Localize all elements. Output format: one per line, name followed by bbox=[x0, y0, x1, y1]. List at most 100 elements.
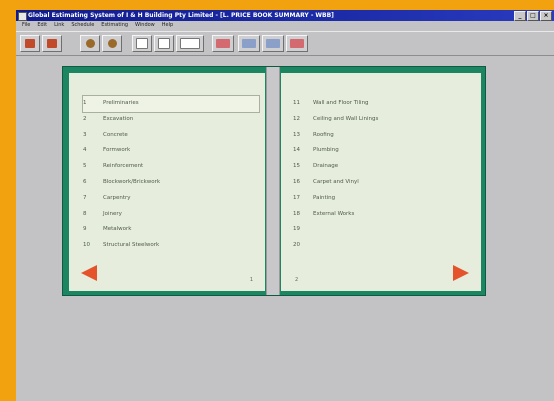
menu-help[interactable]: Help bbox=[162, 21, 173, 30]
toc-item-number: 1 bbox=[83, 100, 87, 106]
chart-icon bbox=[216, 39, 230, 48]
toc-item-label: Structural Steelwork bbox=[103, 242, 160, 249]
app-window: Global Estimating System of I & H Buildi… bbox=[16, 10, 554, 401]
toc-item-17[interactable]: 17 Painting bbox=[293, 191, 378, 207]
calc-button[interactable] bbox=[262, 35, 284, 52]
toc-item-number: 5 bbox=[83, 163, 87, 170]
toc-item-label: Concrete bbox=[103, 131, 128, 138]
sheet-icon bbox=[290, 39, 304, 48]
toc-item-label: Joinery bbox=[103, 210, 122, 217]
toc-item-label: Blockwork/Brickwork bbox=[103, 178, 161, 185]
toc-left: 1 Preliminaries 2 Excavation 3 Concrete 4 Fo… bbox=[82, 95, 260, 254]
price-book-panel: 1 Preliminaries 2 Excavation 3 Concrete 4 Fo… bbox=[62, 66, 486, 296]
left-page-number: 1 bbox=[249, 277, 253, 283]
record-alt-icon bbox=[107, 39, 117, 48]
toc-item-number: 8 bbox=[83, 210, 87, 217]
paste-icon bbox=[136, 38, 148, 49]
toc-item-number: 19 bbox=[293, 226, 300, 233]
toc-item-2[interactable]: 2 Excavation bbox=[83, 112, 259, 128]
toc-item-4[interactable]: 4 Formwork bbox=[83, 143, 259, 159]
chart-button[interactable] bbox=[212, 35, 234, 52]
menu-link[interactable]: Link bbox=[54, 21, 64, 30]
toc-item-number: 14 bbox=[293, 147, 300, 154]
grid-icon bbox=[242, 39, 256, 48]
toc-item-5[interactable]: 5 Reinforcement bbox=[83, 159, 259, 175]
toc-item-number: 12 bbox=[293, 115, 300, 122]
print-button[interactable] bbox=[42, 35, 62, 52]
title-bar[interactable]: Global Estimating System of I & H Buildi… bbox=[16, 10, 554, 21]
toolbar bbox=[16, 31, 554, 56]
toc-item-19[interactable]: 19 bbox=[293, 222, 378, 238]
maximize-button[interactable]: □ bbox=[527, 11, 539, 21]
grid-button[interactable] bbox=[238, 35, 260, 52]
toc-item-label: External Works bbox=[313, 210, 355, 217]
toc-item-3[interactable]: 3 Concrete bbox=[83, 128, 259, 144]
toc-item-label: Roofing bbox=[313, 131, 334, 138]
app-icon[interactable] bbox=[18, 12, 27, 21]
window-title: Global Estimating System of I & H Buildi… bbox=[28, 12, 334, 19]
toc-item-label: Wall and Floor Tiling bbox=[313, 100, 369, 106]
toc-item-number: 6 bbox=[83, 178, 87, 185]
left-page: 1 Preliminaries 2 Excavation 3 Concrete 4 Fo… bbox=[69, 73, 265, 291]
toc-item-label: Metalwork bbox=[103, 226, 132, 233]
menu-bar: File Edit Link Schedule Estimating Windo… bbox=[16, 21, 554, 30]
toc-item-10[interactable]: 10 Structural Steelwork bbox=[83, 238, 259, 254]
toc-item-8[interactable]: 8 Joinery bbox=[83, 207, 259, 223]
record-alt-button[interactable] bbox=[102, 35, 122, 52]
book-spine bbox=[266, 67, 280, 295]
sheet-button[interactable] bbox=[286, 35, 308, 52]
toc-item-number: 9 bbox=[83, 226, 87, 233]
toc-item-6[interactable]: 6 Blockwork/Brickwork bbox=[83, 175, 259, 191]
right-page-number: 2 bbox=[295, 277, 299, 283]
toc-item-number: 3 bbox=[83, 131, 87, 138]
menu-window[interactable]: Window bbox=[135, 21, 155, 30]
toc-item-7[interactable]: 7 Carpentry bbox=[83, 191, 259, 207]
toc-item-label: Carpentry bbox=[103, 194, 131, 201]
toc-item-13[interactable]: 13 Roofing bbox=[293, 128, 378, 144]
open-button[interactable] bbox=[20, 35, 40, 52]
previous-page-arrow-icon[interactable] bbox=[81, 265, 97, 281]
toc-item-number: 13 bbox=[293, 131, 300, 138]
toc-item-label: Plumbing bbox=[313, 147, 339, 154]
toc-item-label: Formwork bbox=[103, 147, 131, 154]
toc-item-label: Reinforcement bbox=[103, 163, 144, 170]
toc-item-label: Carpet and Vinyl bbox=[313, 178, 359, 185]
toc-item-label: Drainage bbox=[313, 163, 339, 170]
menu-schedule[interactable]: Schedule bbox=[71, 21, 94, 30]
print-icon bbox=[47, 39, 57, 48]
document-icon bbox=[158, 38, 170, 49]
tools-button[interactable] bbox=[176, 35, 204, 52]
toc-item-9[interactable]: 9 Metalwork bbox=[83, 222, 259, 238]
toc-item-20[interactable]: 20 bbox=[293, 238, 378, 254]
toc-item-number: 7 bbox=[83, 194, 87, 201]
toc-item-15[interactable]: 15 Drainage bbox=[293, 159, 378, 175]
toc-item-number: 20 bbox=[293, 242, 300, 249]
document-button[interactable] bbox=[154, 35, 174, 52]
toc-item-1[interactable]: 1 Preliminaries bbox=[82, 95, 260, 113]
toc-item-16[interactable]: 16 Carpet and Vinyl bbox=[293, 175, 378, 191]
next-page-arrow-icon[interactable] bbox=[453, 265, 469, 281]
toc-item-18[interactable]: 18 External Works bbox=[293, 207, 378, 223]
toc-item-12[interactable]: 12 Ceiling and Wall Linings bbox=[293, 112, 378, 128]
record-icon bbox=[85, 39, 95, 48]
toc-item-number: 18 bbox=[293, 210, 300, 217]
calc-icon bbox=[266, 39, 280, 48]
record-button[interactable] bbox=[80, 35, 100, 52]
toc-item-label: Excavation bbox=[103, 115, 134, 122]
toc-item-11[interactable]: 11 Wall and Floor Tiling bbox=[293, 96, 378, 112]
paste-button[interactable] bbox=[132, 35, 152, 52]
close-button[interactable]: × bbox=[540, 11, 552, 21]
menu-edit[interactable]: Edit bbox=[37, 21, 47, 30]
minimize-button[interactable]: _ bbox=[514, 11, 526, 21]
toc-item-label: Painting bbox=[313, 194, 336, 201]
open-icon bbox=[25, 39, 35, 48]
toc-item-label: Ceiling and Wall Linings bbox=[313, 115, 379, 122]
toc-item-14[interactable]: 14 Plumbing bbox=[293, 143, 378, 159]
menu-estimating[interactable]: Estimating bbox=[101, 21, 128, 30]
toc-item-number: 2 bbox=[83, 115, 87, 122]
toc-item-number: 11 bbox=[293, 100, 300, 106]
menu-file[interactable]: File bbox=[22, 21, 30, 30]
toc-item-number: 10 bbox=[83, 242, 90, 249]
toc-item-number: 4 bbox=[83, 147, 87, 154]
toc-item-number: 17 bbox=[293, 194, 300, 201]
